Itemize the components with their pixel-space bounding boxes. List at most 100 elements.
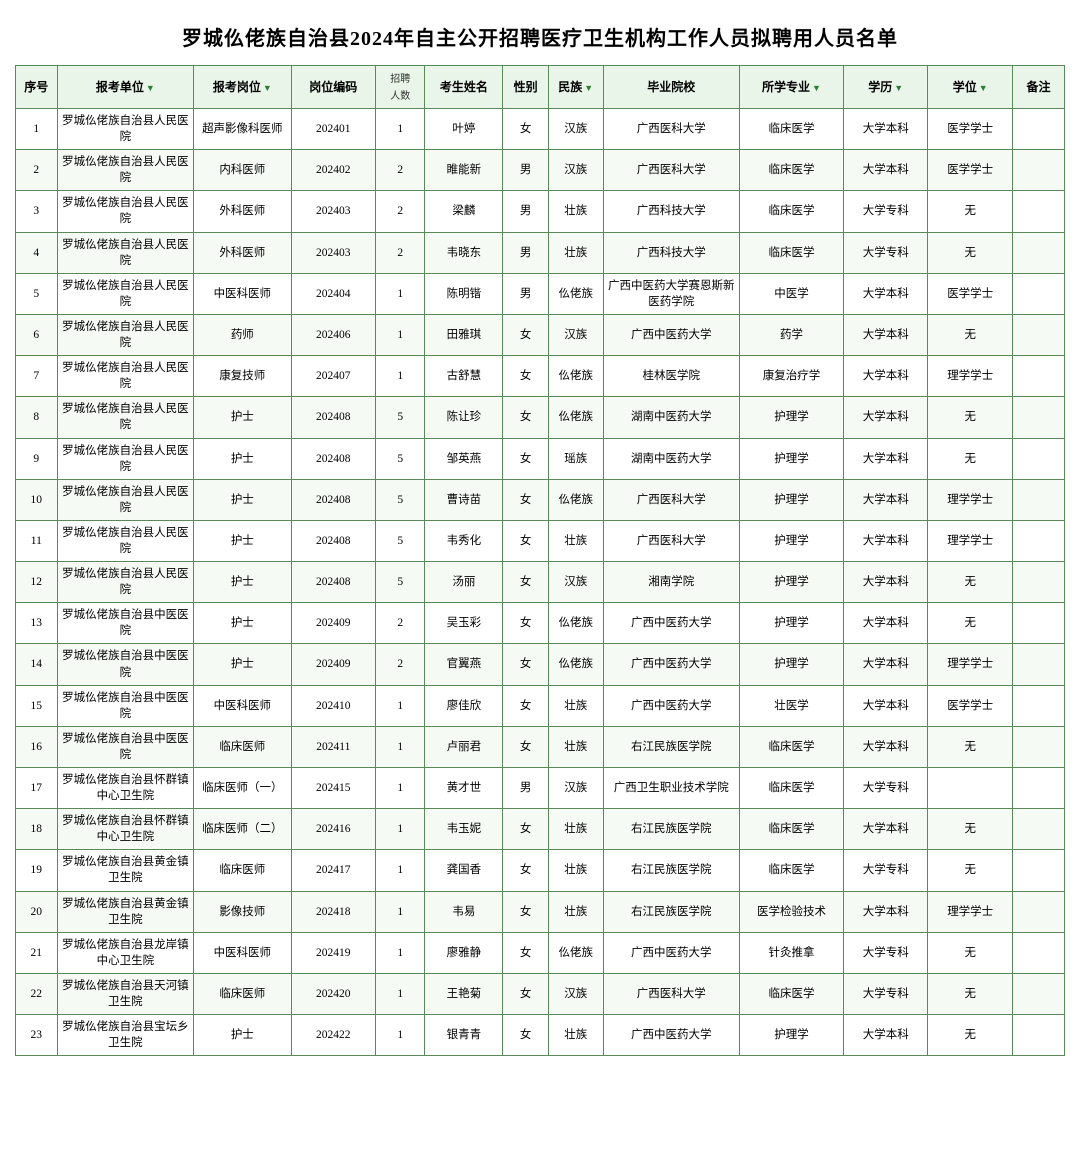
cell-note [1012,685,1064,726]
cell-seq: 13 [16,603,58,644]
cell-nation: 仫佬族 [548,397,603,438]
cell-seq: 20 [16,891,58,932]
cell-num: 2 [376,191,425,232]
cell-degree: 理学学士 [928,356,1012,397]
cell-note [1012,397,1064,438]
cell-school: 广西科技大学 [603,232,739,273]
cell-num: 2 [376,232,425,273]
table-row: 7罗城仫佬族自治县人民医院康复技师2024071古舒慧女仫佬族桂林医学院康复治疗… [16,356,1065,397]
cell-degree: 无 [928,1015,1012,1056]
page: 罗城仫佬族自治县2024年自主公开招聘医疗卫生机构工作人员拟聘用人员名单 序号 … [0,0,1080,1167]
cell-degree: 医学学士 [928,150,1012,191]
cell-degree: 无 [928,314,1012,355]
cell-unit: 罗城仫佬族自治县中医医院 [57,726,193,767]
cell-school: 湖南中医药大学 [603,438,739,479]
cell-nation: 汉族 [548,314,603,355]
cell-seq: 10 [16,479,58,520]
table-row: 11罗城仫佬族自治县人民医院护士2024085韦秀化女壮族广西医科大学护理学大学… [16,520,1065,561]
cell-degree: 理学学士 [928,644,1012,685]
filter-icon-unit: ▼ [146,82,155,95]
table-row: 20罗城仫佬族自治县黄金镇卫生院影像技师2024181韦易女壮族右江民族医学院医… [16,891,1065,932]
cell-major: 护理学 [739,562,843,603]
cell-position: 临床医师 [194,726,291,767]
cell-degree: 无 [928,973,1012,1014]
cell-edu: 大学本科 [843,273,927,314]
cell-degree: 医学学士 [928,273,1012,314]
cell-nation: 仫佬族 [548,479,603,520]
col-header-nation: 民族▼ [548,66,603,109]
cell-code: 202409 [291,644,375,685]
cell-position: 康复技师 [194,356,291,397]
cell-school: 广西中医药大学 [603,314,739,355]
cell-major: 护理学 [739,603,843,644]
cell-note [1012,356,1064,397]
cell-name: 田雅琪 [425,314,503,355]
col-header-edu: 学历▼ [843,66,927,109]
cell-seq: 5 [16,273,58,314]
cell-major: 针灸推拿 [739,932,843,973]
cell-name: 廖雅静 [425,932,503,973]
cell-seq: 18 [16,809,58,850]
cell-edu: 大学本科 [843,356,927,397]
cell-position: 超声影像科医师 [194,109,291,150]
cell-unit: 罗城仫佬族自治县人民医院 [57,479,193,520]
cell-edu: 大学专科 [843,191,927,232]
cell-unit: 罗城仫佬族自治县人民医院 [57,191,193,232]
cell-name: 曹诗苗 [425,479,503,520]
cell-num: 2 [376,603,425,644]
cell-nation: 瑶族 [548,438,603,479]
cell-num: 2 [376,644,425,685]
col-header-degree: 学位▼ [928,66,1012,109]
col-header-seq: 序号 [16,66,58,109]
cell-degree [928,768,1012,809]
cell-gender: 女 [503,1015,548,1056]
cell-num: 1 [376,726,425,767]
cell-unit: 罗城仫佬族自治县怀群镇中心卫生院 [57,768,193,809]
cell-school: 广西中医药大学 [603,932,739,973]
cell-num: 1 [376,768,425,809]
cell-name: 吴玉彩 [425,603,503,644]
cell-code: 202411 [291,726,375,767]
cell-note [1012,768,1064,809]
cell-name: 陈让珍 [425,397,503,438]
cell-nation: 仫佬族 [548,273,603,314]
cell-edu: 大学本科 [843,314,927,355]
cell-nation: 仫佬族 [548,932,603,973]
cell-code: 202408 [291,479,375,520]
cell-nation: 仫佬族 [548,356,603,397]
cell-position: 护士 [194,438,291,479]
cell-position: 外科医师 [194,191,291,232]
cell-num: 1 [376,932,425,973]
cell-major: 中医学 [739,273,843,314]
cell-code: 202403 [291,232,375,273]
cell-name: 龚国香 [425,850,503,891]
cell-num: 1 [376,109,425,150]
cell-nation: 壮族 [548,520,603,561]
cell-position: 药师 [194,314,291,355]
cell-gender: 女 [503,356,548,397]
table-row: 9罗城仫佬族自治县人民医院护士2024085邹英燕女瑶族湖南中医药大学护理学大学… [16,438,1065,479]
cell-seq: 8 [16,397,58,438]
cell-major: 临床医学 [739,232,843,273]
cell-degree: 无 [928,932,1012,973]
table-row: 14罗城仫佬族自治县中医医院护士2024092官翼燕女仫佬族广西中医药大学护理学… [16,644,1065,685]
cell-seq: 23 [16,1015,58,1056]
cell-unit: 罗城仫佬族自治县黄金镇卫生院 [57,891,193,932]
col-header-unit: 报考单位▼ [57,66,193,109]
cell-degree: 无 [928,232,1012,273]
cell-name: 叶婷 [425,109,503,150]
table-row: 5罗城仫佬族自治县人民医院中医科医师2024041陈明锴男仫佬族广西中医药大学赛… [16,273,1065,314]
cell-code: 202408 [291,397,375,438]
cell-edu: 大学本科 [843,109,927,150]
cell-school: 广西中医药大学 [603,644,739,685]
cell-major: 临床医学 [739,809,843,850]
cell-name: 廖佳欣 [425,685,503,726]
cell-edu: 大学本科 [843,397,927,438]
cell-unit: 罗城仫佬族自治县宝坛乡卫生院 [57,1015,193,1056]
cell-unit: 罗城仫佬族自治县人民医院 [57,232,193,273]
cell-note [1012,850,1064,891]
table-row: 17罗城仫佬族自治县怀群镇中心卫生院临床医师（一）2024151黄才世男汉族广西… [16,768,1065,809]
cell-code: 202419 [291,932,375,973]
cell-edu: 大学本科 [843,644,927,685]
cell-gender: 男 [503,768,548,809]
